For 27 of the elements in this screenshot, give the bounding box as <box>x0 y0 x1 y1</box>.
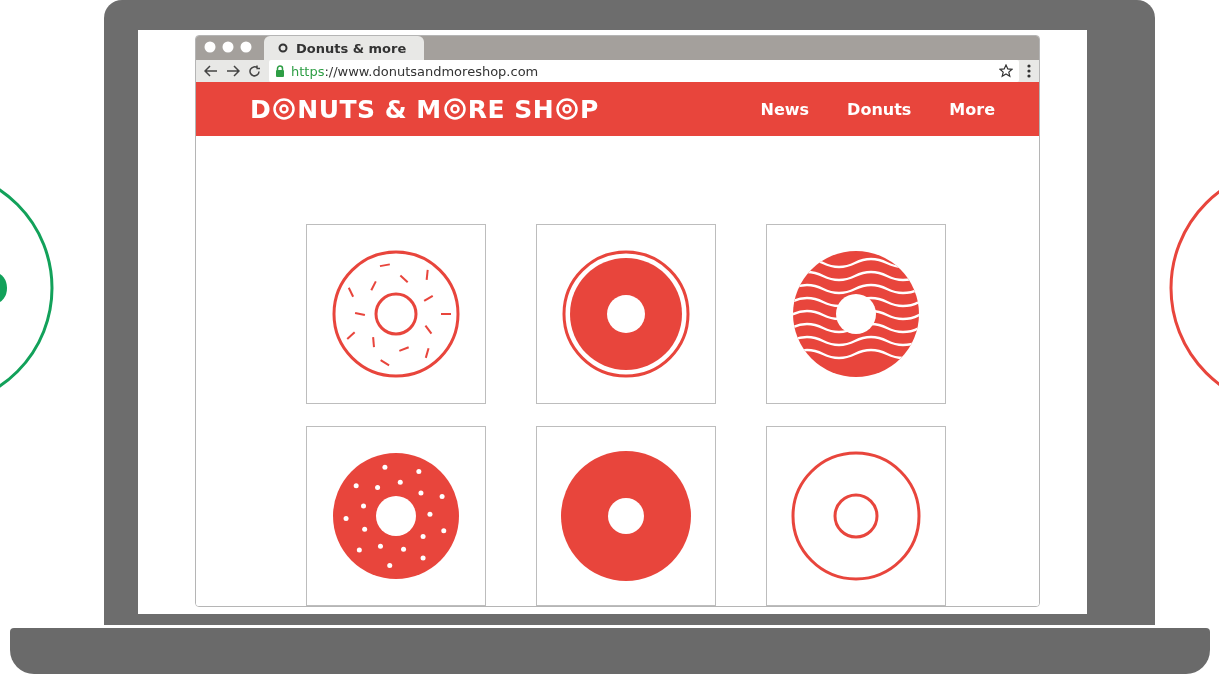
reload-icon[interactable] <box>248 64 261 78</box>
logo-text: NUTS & M <box>297 94 442 124</box>
ring-icon <box>278 43 288 53</box>
menu-icon[interactable] <box>1027 64 1031 78</box>
nav-link[interactable]: More <box>949 99 995 119</box>
product-tile[interactable] <box>766 426 946 606</box>
nav-link[interactable]: News <box>760 99 810 119</box>
product-tile[interactable] <box>306 224 486 404</box>
address-field[interactable]: https://www.donutsandmoreshop.com <box>269 60 1019 82</box>
logo-text: P <box>580 94 599 124</box>
logo-text: D <box>250 94 272 124</box>
logo-text: RE SH <box>467 94 555 124</box>
donut-icon <box>556 98 579 120</box>
donut-icon <box>443 98 466 120</box>
tab-title: Donuts & more <box>296 40 407 56</box>
product-tile[interactable] <box>536 426 716 606</box>
forward-icon[interactable] <box>226 65 240 77</box>
back-icon[interactable] <box>204 65 218 77</box>
donut-icon <box>273 98 296 120</box>
product-tile[interactable] <box>536 224 716 404</box>
url-text: https://www.donutsandmoreshop.com <box>291 63 540 79</box>
star-icon[interactable] <box>999 64 1013 78</box>
lock-icon <box>275 65 285 77</box>
product-tile[interactable] <box>306 426 486 606</box>
product-tile[interactable] <box>766 224 946 404</box>
browser-tab[interactable]: Donuts & more <box>264 36 424 60</box>
nav-link[interactable]: Donuts <box>847 99 912 119</box>
